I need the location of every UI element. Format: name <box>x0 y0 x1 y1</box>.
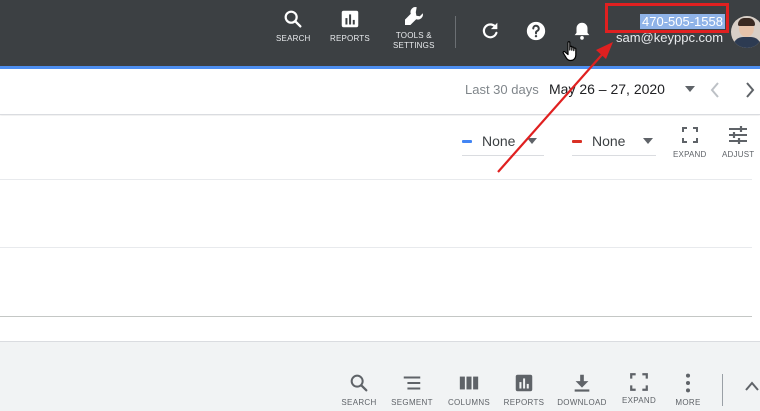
toolbar-search-button[interactable]: SEARCH <box>329 372 389 407</box>
nav-search-button[interactable]: SEARCH <box>276 8 311 44</box>
refresh-button[interactable] <box>479 20 501 47</box>
metric-2-label: None <box>592 133 626 149</box>
table-toolbar: SEARCH SEGMENT COLUMNS REPORTS DOWNLOAD … <box>0 341 760 411</box>
nav-reports-button[interactable]: REPORTS <box>330 8 370 44</box>
nav-tools-settings-button[interactable]: TOOLS & SETTINGS <box>393 4 435 51</box>
more-icon <box>685 373 691 393</box>
fullscreen-icon <box>681 127 698 143</box>
chart-adjust-button[interactable]: ADJUST <box>722 126 754 159</box>
annotation-highlight-box <box>605 3 729 33</box>
top-app-bar: SEARCH REPORTS TOOLS & SETTINGS 470-505-… <box>0 0 760 66</box>
download-icon <box>574 374 590 392</box>
toolbar-download-label: DOWNLOAD <box>557 398 607 407</box>
expand-icon <box>630 373 648 391</box>
search-icon <box>284 10 302 28</box>
chevron-down-icon <box>643 137 654 144</box>
toolbar-more-button[interactable]: MORE <box>658 372 718 407</box>
wrench-icon <box>404 7 423 25</box>
date-range-bar: Last 30 days May 26 – 27, 2020 <box>0 69 760 115</box>
chart-expand-button[interactable]: EXPAND <box>673 126 707 159</box>
tune-icon <box>729 126 748 144</box>
chevron-down-icon <box>527 137 538 144</box>
toolbar-divider <box>722 374 723 406</box>
toolbar-search-label: SEARCH <box>341 398 377 407</box>
chart-adjust-label: ADJUST <box>722 150 755 159</box>
toolbar-segment-label: SEGMENT <box>391 398 433 407</box>
hand-cursor-icon <box>562 41 577 62</box>
nav-search-label: SEARCH <box>276 34 311 43</box>
chart-baseline <box>0 316 752 317</box>
metric-2-underline <box>572 155 656 156</box>
date-range-label[interactable]: Last 30 days <box>465 82 539 97</box>
reports-icon <box>341 10 359 28</box>
search-icon <box>350 374 368 392</box>
chevron-down-icon[interactable] <box>684 85 696 93</box>
metric-2-select[interactable]: None <box>572 128 656 156</box>
columns-icon <box>459 376 479 390</box>
date-range-value[interactable]: May 26 – 27, 2020 <box>549 81 665 97</box>
toolbar-segment-button[interactable]: SEGMENT <box>382 372 442 407</box>
chevron-up-icon[interactable] <box>744 380 760 392</box>
toolbar-columns-label: COLUMNS <box>447 398 491 407</box>
metric-1-label: None <box>482 133 516 149</box>
nav-reports-label: REPORTS <box>330 34 370 43</box>
chart-gridline <box>0 247 752 248</box>
toolbar-expand-label: EXPAND <box>621 396 657 405</box>
nav-tools-label-line2: SETTINGS <box>393 41 435 50</box>
segment-icon <box>403 376 421 390</box>
metric-1-underline <box>462 155 544 156</box>
toolbar-columns-button[interactable]: COLUMNS <box>439 372 499 407</box>
nav-tools-label-line1: TOOLS & <box>395 31 432 40</box>
nav-tools-settings-label: TOOLS & SETTINGS <box>393 31 435 51</box>
toolbar-reports-label: REPORTS <box>503 398 545 407</box>
chart-expand-label: EXPAND <box>673 150 707 159</box>
bell-icon <box>574 22 590 40</box>
chevron-left-icon[interactable] <box>709 81 721 99</box>
avatar-shirt <box>733 37 760 48</box>
refresh-icon <box>482 22 498 39</box>
chevron-right-icon[interactable] <box>744 81 756 99</box>
performance-chart-area: None None EXPAND ADJUST <box>0 116 760 340</box>
avatar-hair <box>738 18 755 26</box>
avatar[interactable] <box>731 16 760 48</box>
chart-gridline <box>0 179 752 180</box>
metric-1-select[interactable]: None <box>462 128 544 156</box>
metric-2-color-swatch <box>572 139 582 143</box>
toolbar-more-label: MORE <box>675 398 701 407</box>
toolbar-reports-button[interactable]: REPORTS <box>494 372 554 407</box>
topbar-divider <box>455 16 456 48</box>
help-icon <box>526 21 546 41</box>
metric-1-color-swatch <box>462 139 472 143</box>
toolbar-download-button[interactable]: DOWNLOAD <box>552 372 612 407</box>
reports-icon <box>515 374 533 392</box>
help-button[interactable] <box>525 20 547 47</box>
